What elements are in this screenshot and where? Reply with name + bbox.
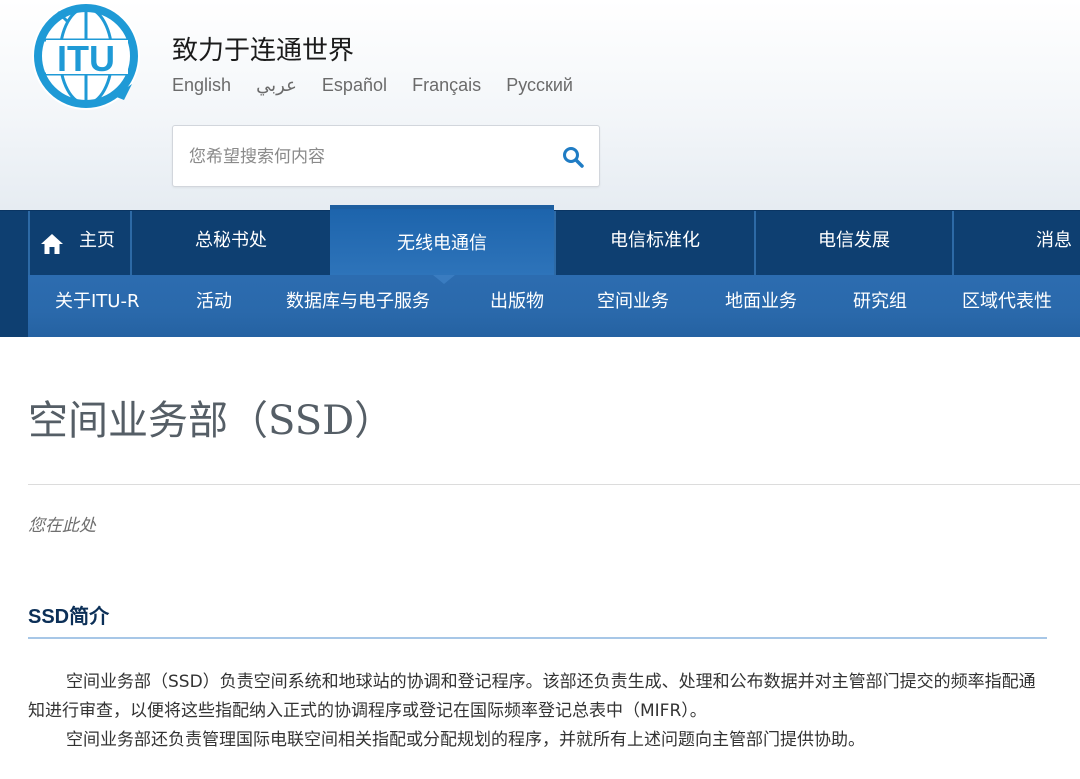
nav-news[interactable]: 消息 [952, 211, 1080, 276]
section-title: SSD简介 [28, 606, 110, 628]
subnav-databases[interactable]: 数据库与电子服务 [286, 275, 430, 337]
paragraph: 空间业务部还负责管理国际电联空间相关指配或分配规划的程序，并就所有上述问题向主管… [66, 730, 865, 750]
lang-french[interactable]: Français [412, 75, 481, 96]
title-divider [28, 484, 1080, 485]
site-tagline: 致力于连通世界 [172, 36, 355, 66]
lang-english[interactable]: English [172, 75, 231, 96]
nav-home[interactable]: 主页 [28, 211, 130, 276]
itu-logo[interactable]: ITU [28, 0, 148, 118]
nav-home-label: 主页 [79, 230, 115, 251]
lang-russian[interactable]: Русский [506, 75, 573, 96]
subnav-terrestrial-services[interactable]: 地面业务 [725, 275, 797, 337]
page-title: 空间业务部（SSD） [28, 398, 395, 444]
active-indicator [433, 275, 455, 284]
breadcrumb: 您在此处 [28, 516, 96, 536]
nav-general-secretariat[interactable]: 总秘书处 [130, 211, 330, 276]
site-header: ITU 致力于连通世界 English عربي Español Françai… [0, 0, 1080, 210]
search-box [172, 125, 600, 187]
lang-spanish[interactable]: Español [322, 75, 387, 96]
section-divider [28, 637, 1047, 639]
lang-arabic[interactable]: عربي [256, 75, 297, 96]
nav-edge [0, 275, 28, 337]
nav-development[interactable]: 电信发展 [754, 211, 952, 276]
nav-standardization[interactable]: 电信标准化 [554, 211, 754, 276]
nav-radiocommunication[interactable]: 无线电通信 [330, 205, 554, 276]
subnav-events[interactable]: 活动 [196, 275, 232, 337]
logo-text: ITU [57, 38, 115, 79]
subnav-regional-presence[interactable]: 区域代表性 [962, 275, 1052, 337]
section-body: 空间业务部（SSD）负责空间系统和地球站的协调和登记程序。该部还负责生成、处理和… [28, 668, 1052, 755]
secondary-nav: 关于ITU-R 活动 数据库与电子服务 出版物 空间业务 地面业务 研究组 区域… [0, 275, 1080, 337]
search-icon[interactable] [561, 145, 585, 169]
home-icon [41, 234, 63, 254]
subnav-study-groups[interactable]: 研究组 [853, 275, 907, 337]
language-switcher: English عربي Español Français Русский [172, 75, 593, 99]
paragraph: 空间业务部（SSD）负责空间系统和地球站的协调和登记程序。该部还负责生成、处理和… [28, 672, 1036, 721]
subnav-space-services[interactable]: 空间业务 [597, 275, 669, 337]
primary-nav: 主页 总秘书处 无线电通信 电信标准化 电信发展 消息 [0, 205, 1080, 276]
subnav-about-itu-r[interactable]: 关于ITU-R [55, 275, 139, 337]
subnav-publications[interactable]: 出版物 [490, 275, 544, 337]
search-input[interactable] [187, 138, 541, 176]
